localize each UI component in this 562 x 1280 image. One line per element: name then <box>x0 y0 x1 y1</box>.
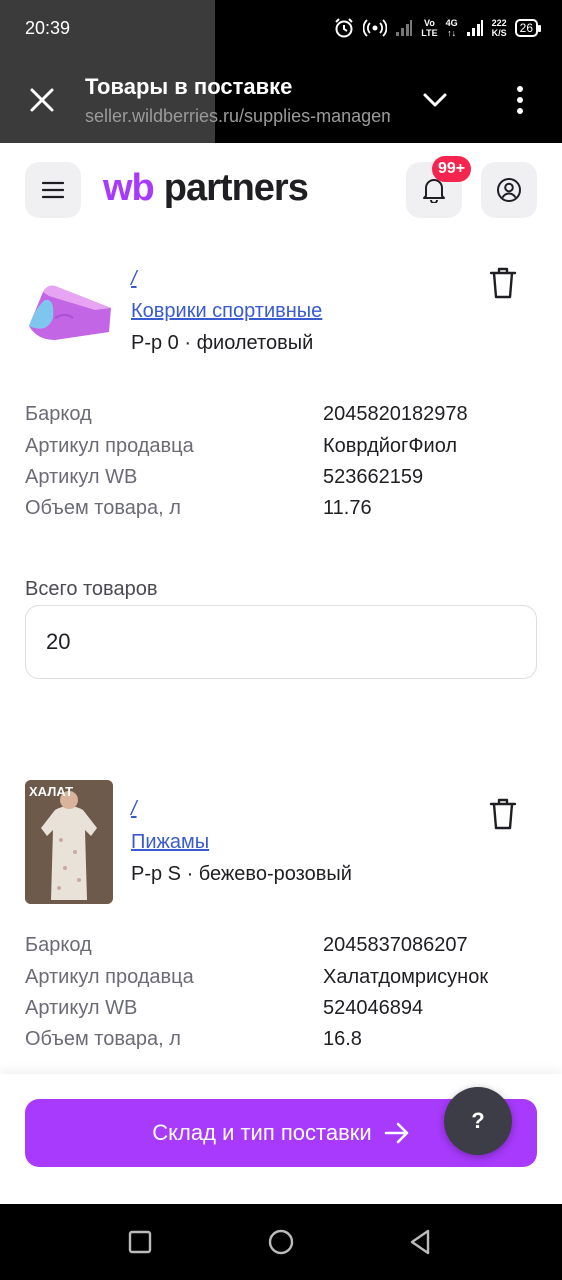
system-nav-bar <box>0 1204 562 1280</box>
network-type: 4G ↑↓ <box>445 18 458 38</box>
alarm-icon <box>335 18 353 38</box>
spec-value: Халатдомрисунок <box>323 966 489 988</box>
spec-label: Баркод <box>25 403 92 425</box>
trash-icon[interactable] <box>487 266 519 300</box>
menu-button[interactable] <box>25 162 81 218</box>
action-footer: Склад и тип поставки ? <box>0 1074 562 1204</box>
thumbnail-label: ХАЛАТ <box>29 784 73 799</box>
spec-value: 524046894 <box>323 997 424 1019</box>
browser-page-title: Товары в поставке <box>85 74 293 99</box>
arrow-right-icon <box>384 1122 408 1144</box>
spec-value: 11.76 <box>323 497 372 519</box>
product-category-link[interactable]: Пижамы <box>131 831 209 854</box>
status-bar: 20:39 Vo LTE 4G ↑↓ 222 K/S 26 <box>0 0 562 58</box>
spec-label: Объем товара, л <box>25 1028 181 1050</box>
home-icon[interactable] <box>265 1226 297 1258</box>
signal-weak-icon <box>396 20 413 36</box>
trash-icon[interactable] <box>487 797 519 831</box>
product-thumbnail[interactable] <box>25 278 113 344</box>
spec-label: Артикул WB <box>25 997 138 1019</box>
chevron-down-icon[interactable] <box>420 85 450 115</box>
more-vertical-icon[interactable] <box>506 82 534 118</box>
product-variant: Р-р 0 · фиолетовый <box>131 332 314 354</box>
wb-partners-logo[interactable]: wb partners <box>103 167 309 210</box>
spec-label: Баркод <box>25 934 92 956</box>
spec-value: 16.8 <box>323 1028 362 1050</box>
total-items-label: Всего товаров <box>25 578 158 600</box>
cta-label: Склад и тип поставки <box>152 1120 372 1145</box>
product-thumbnail[interactable]: ХАЛАТ <box>25 780 113 904</box>
total-items-input[interactable] <box>25 605 537 679</box>
hotspot-icon <box>363 19 388 37</box>
spec-label: Артикул продавца <box>25 435 194 457</box>
spec-value: 523662159 <box>323 466 424 488</box>
volte-indicator: Vo LTE <box>421 18 438 38</box>
signal-icon <box>466 20 483 36</box>
status-icons: Vo LTE 4G ↑↓ 222 K/S 26 <box>333 15 542 41</box>
recents-icon[interactable] <box>124 1226 156 1258</box>
hamburger-icon <box>42 181 64 199</box>
profile-button[interactable] <box>481 162 537 218</box>
spec-label: Артикул WB <box>25 466 138 488</box>
network-speed: 222 K/S <box>491 18 507 38</box>
product-variant: Р-р S · бежево-розовый <box>131 863 352 885</box>
help-button[interactable]: ? <box>444 1087 512 1155</box>
spec-label: Артикул продавца <box>25 966 194 988</box>
product-breadcrumb-link[interactable]: / <box>131 798 137 821</box>
battery-icon: 26 <box>514 19 542 37</box>
spec-value: 2045820182978 <box>323 403 468 425</box>
back-icon[interactable] <box>404 1226 436 1258</box>
user-icon <box>497 178 521 202</box>
spec-value: 2045837086207 <box>323 934 468 956</box>
status-time: 20:39 <box>25 18 71 38</box>
close-icon[interactable] <box>24 82 60 118</box>
product-category-link[interactable]: Коврики спортивные <box>131 300 322 323</box>
browser-url[interactable]: seller.wildberries.ru/supplies-managemen… <box>85 106 390 127</box>
browser-toolbar: Товары в поставке seller.wildberries.ru/… <box>0 58 562 143</box>
spec-value: КоврдйогФиол <box>323 435 458 457</box>
product-breadcrumb-link[interactable]: / <box>131 268 137 291</box>
notification-badge: 99+ <box>432 156 472 182</box>
spec-label: Объем товара, л <box>25 497 181 519</box>
app-header: wb partners 99+ <box>0 143 562 238</box>
